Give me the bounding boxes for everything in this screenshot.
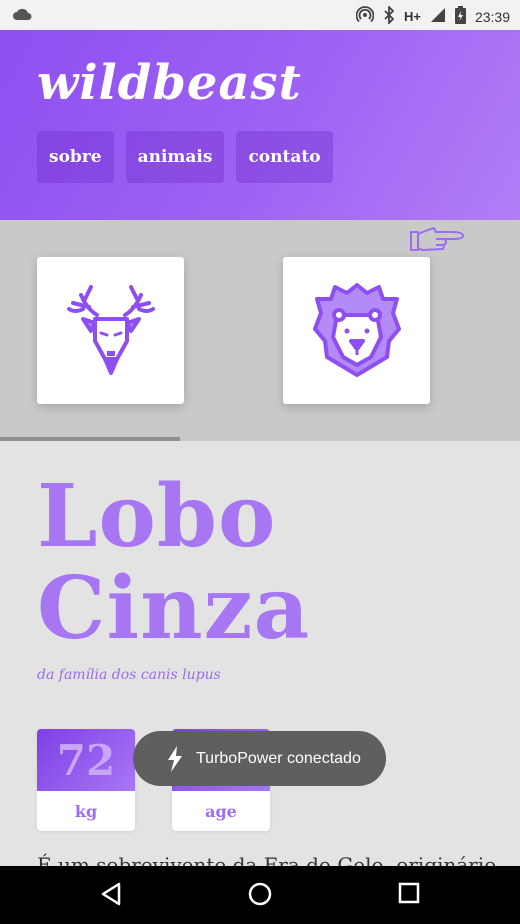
pointing-hand-icon xyxy=(408,224,466,260)
network-type: H+ xyxy=(403,9,421,24)
signal-icon xyxy=(430,7,446,26)
animal-card-deer[interactable] xyxy=(37,257,184,404)
animal-title: Lobo Cinza xyxy=(37,471,310,655)
animal-name-line2: Cinza xyxy=(37,558,311,659)
clock: 23:39 xyxy=(474,8,510,25)
stat-weight-unit: kg xyxy=(37,791,135,831)
animal-carousel[interactable] xyxy=(0,220,520,441)
stat-age-unit: age xyxy=(172,791,270,831)
animal-description: É um sobrevivente da Era do Gelo, origin… xyxy=(37,853,497,866)
nav-sobre[interactable]: sobre xyxy=(37,131,114,183)
nav-animais[interactable]: animais xyxy=(125,131,225,183)
animal-family: da família dos canis lupus xyxy=(37,667,221,683)
status-bar: H+ 23:39 xyxy=(0,0,520,30)
main-nav: sobre animais contato xyxy=(37,131,333,183)
lightning-icon xyxy=(166,745,184,772)
toast-message: TurboPower conectado xyxy=(196,749,361,767)
stat-weight: 72 kg xyxy=(37,729,135,831)
cloud-icon xyxy=(12,7,32,24)
animal-card-lion[interactable] xyxy=(283,257,430,404)
recents-icon[interactable] xyxy=(398,882,420,908)
nav-contato[interactable]: contato xyxy=(236,131,333,183)
battery-charging-icon xyxy=(454,6,466,27)
site-logo[interactable]: wildbeast xyxy=(37,55,302,111)
animal-name-line1: Lobo xyxy=(37,466,277,567)
stat-weight-value: 72 xyxy=(37,729,135,791)
lion-icon xyxy=(309,279,405,383)
home-icon[interactable] xyxy=(248,882,272,910)
bluetooth-icon xyxy=(383,4,395,27)
hotspot-icon xyxy=(355,6,375,27)
site-header: wildbeast sobre animais contato xyxy=(0,30,520,220)
toast-notification: TurboPower conectado xyxy=(133,731,386,786)
deer-icon xyxy=(61,279,161,383)
animal-detail: Lobo Cinza da família dos canis lupus 72… xyxy=(0,441,520,866)
back-icon[interactable] xyxy=(100,882,122,910)
system-nav-bar xyxy=(0,866,520,924)
